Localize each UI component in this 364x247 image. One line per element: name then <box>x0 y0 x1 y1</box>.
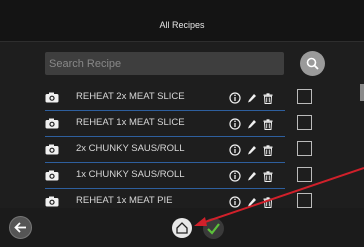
info-icon[interactable] <box>229 169 241 182</box>
recipe-checkbox[interactable] <box>297 115 312 130</box>
home-button[interactable] <box>172 218 192 238</box>
camera-icon[interactable] <box>45 168 59 181</box>
pencil-icon[interactable] <box>247 143 257 155</box>
trash-icon[interactable] <box>263 117 273 130</box>
recipe-label: REHEAT 2x MEAT SLICE <box>76 91 185 102</box>
info-icon[interactable] <box>229 117 241 130</box>
page-title: All Recipes <box>0 0 364 42</box>
recipe-checkbox[interactable] <box>297 167 312 182</box>
scrollbar-handle[interactable] <box>360 84 364 101</box>
pencil-icon[interactable] <box>247 195 257 207</box>
recipe-label: REHEAT 1x MEAT PIE <box>76 195 173 206</box>
recipe-row[interactable]: 2x CHUNKY SAUS/ROLL <box>45 136 285 163</box>
info-icon[interactable] <box>229 143 241 156</box>
trash-icon[interactable] <box>263 91 273 104</box>
home-icon <box>176 222 188 234</box>
pencil-icon[interactable] <box>247 169 257 181</box>
recipe-row[interactable]: REHEAT 2x MEAT SLICE <box>45 84 285 111</box>
recipe-row[interactable]: REHEAT 1x MEAT SLICE <box>45 110 285 137</box>
info-icon[interactable] <box>229 91 241 104</box>
recipe-row[interactable]: 1x CHUNKY SAUS/ROLL <box>45 162 285 189</box>
info-icon[interactable] <box>229 195 241 208</box>
recipe-row[interactable]: REHEAT 1x MEAT PIE <box>45 188 285 208</box>
recipe-label: REHEAT 1x MEAT SLICE <box>76 117 185 128</box>
checkmark-icon <box>207 223 220 235</box>
recipe-checkbox[interactable] <box>297 193 312 208</box>
trash-icon[interactable] <box>263 195 273 208</box>
pencil-icon[interactable] <box>247 117 257 129</box>
recipe-label: 1x CHUNKY SAUS/ROLL <box>76 169 185 180</box>
camera-icon[interactable] <box>45 194 59 207</box>
pencil-icon[interactable] <box>247 91 257 103</box>
back-arrow-icon <box>14 222 26 233</box>
confirm-button[interactable] <box>203 218 224 239</box>
camera-icon[interactable] <box>45 116 59 129</box>
recipe-label: 2x CHUNKY SAUS/ROLL <box>76 143 185 154</box>
search-input[interactable] <box>45 52 284 75</box>
recipe-checkbox[interactable] <box>297 89 312 104</box>
camera-icon[interactable] <box>45 142 59 155</box>
search-button[interactable] <box>300 51 325 76</box>
trash-icon[interactable] <box>263 169 273 182</box>
camera-icon[interactable] <box>45 90 59 103</box>
recipe-checkbox[interactable] <box>297 141 312 156</box>
back-button[interactable] <box>9 216 32 239</box>
trash-icon[interactable] <box>263 143 273 156</box>
search-icon <box>306 57 319 70</box>
